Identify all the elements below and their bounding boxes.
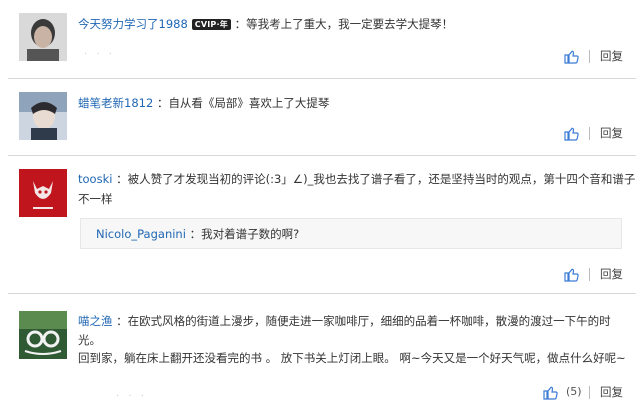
comment-text: 等我考上了重大，我一定要去学大提琴！ xyxy=(246,17,454,31)
reply-button[interactable]: 回复 xyxy=(600,125,623,141)
avatar[interactable] xyxy=(19,169,67,217)
reply-text: 我对着谱子数的啊? xyxy=(201,227,300,241)
comment-text: 自从看《局部》喜欢上了大提琴 xyxy=(168,96,330,110)
separator: ： xyxy=(156,96,169,110)
separator: ： xyxy=(116,314,128,328)
comment-divider xyxy=(8,78,636,79)
vip-badge: CVIP·年 xyxy=(191,19,231,30)
avatar[interactable] xyxy=(19,92,67,140)
thumbs-up-icon[interactable] xyxy=(563,125,579,141)
username-link[interactable]: 今天努力学习了1988 xyxy=(78,17,188,31)
comment-item: 喵之渔 ：在欧式风格的街道上漫步，随便走进一家咖啡厅，细细的品着一杯咖啡，散漫的… xyxy=(0,295,640,414)
comment-text-continued: 光。 xyxy=(78,333,101,347)
username-link[interactable]: tooski xyxy=(78,172,112,186)
like-count: (5) xyxy=(566,385,582,398)
avatar[interactable] xyxy=(19,13,67,61)
separator: ： xyxy=(116,172,128,186)
reply-content: Nicolo_Paganini ：我对着谱子数的啊? xyxy=(96,226,299,242)
ellipsis-icon: · · · xyxy=(84,49,115,60)
thumbs-up-icon[interactable] xyxy=(542,384,558,400)
thumbs-up-icon[interactable] xyxy=(563,48,579,64)
reply-button[interactable]: 回复 xyxy=(600,384,623,400)
nested-reply: Nicolo_Paganini ：我对着谱子数的啊? xyxy=(80,218,622,249)
comment-text-continued: 回到家，躺在床上翻开还没看完的书 。 放下书关上灯闭上眼。 啊~今天又是一个好天… xyxy=(78,351,626,365)
action-divider xyxy=(589,386,590,399)
comment-content: 蜡笔老新1812 ：自从看《局部》喜欢上了大提琴 xyxy=(78,95,329,111)
avatar[interactable] xyxy=(19,311,67,359)
reply-button[interactable]: 回复 xyxy=(600,266,623,282)
comment-item: 蜡笔老新1812 ：自从看《局部》喜欢上了大提琴 回复 xyxy=(0,80,640,150)
comment-content: 喵之渔 ：在欧式风格的街道上漫步，随便走进一家咖啡厅，细细的品着一杯咖啡，散漫的… xyxy=(78,313,611,329)
comment-item: tooski ：被人赞了才发现当初的评论(:3」∠)_我也去找了谱子看了，还是坚… xyxy=(0,157,640,287)
comment-text-continued: 不一样 xyxy=(78,192,113,206)
comment-text: 被人赞了才发现当初的评论(:3」∠)_我也去找了谱子看了，还是坚持当时的观点，第… xyxy=(127,172,636,186)
reply-username-link[interactable]: Nicolo_Paganini xyxy=(96,227,186,241)
comment-divider xyxy=(8,155,636,156)
action-divider xyxy=(589,268,590,281)
separator: ： xyxy=(189,227,202,241)
comment-content: tooski ：被人赞了才发现当初的评论(:3」∠)_我也去找了谱子看了，还是坚… xyxy=(78,171,635,187)
comment-text: 在欧式风格的街道上漫步，随便走进一家咖啡厅，细细的品着一杯咖啡，散漫的渡过一下午… xyxy=(127,314,611,328)
comment-divider xyxy=(8,293,636,294)
action-divider xyxy=(589,127,590,140)
separator: ： xyxy=(234,17,247,31)
comment-content: 今天努力学习了1988 CVIP·年 ：等我考上了重大，我一定要去学大提琴！ xyxy=(78,16,453,32)
ellipsis-icon: · · · xyxy=(116,391,147,402)
action-divider xyxy=(589,50,590,63)
comment-item: 今天努力学习了1988 CVIP·年 ：等我考上了重大，我一定要去学大提琴！ · … xyxy=(0,0,640,80)
thumbs-up-icon[interactable] xyxy=(563,266,579,282)
reply-button[interactable]: 回复 xyxy=(600,48,623,64)
username-link[interactable]: 喵之渔 xyxy=(78,314,113,328)
username-link[interactable]: 蜡笔老新1812 xyxy=(78,96,153,110)
